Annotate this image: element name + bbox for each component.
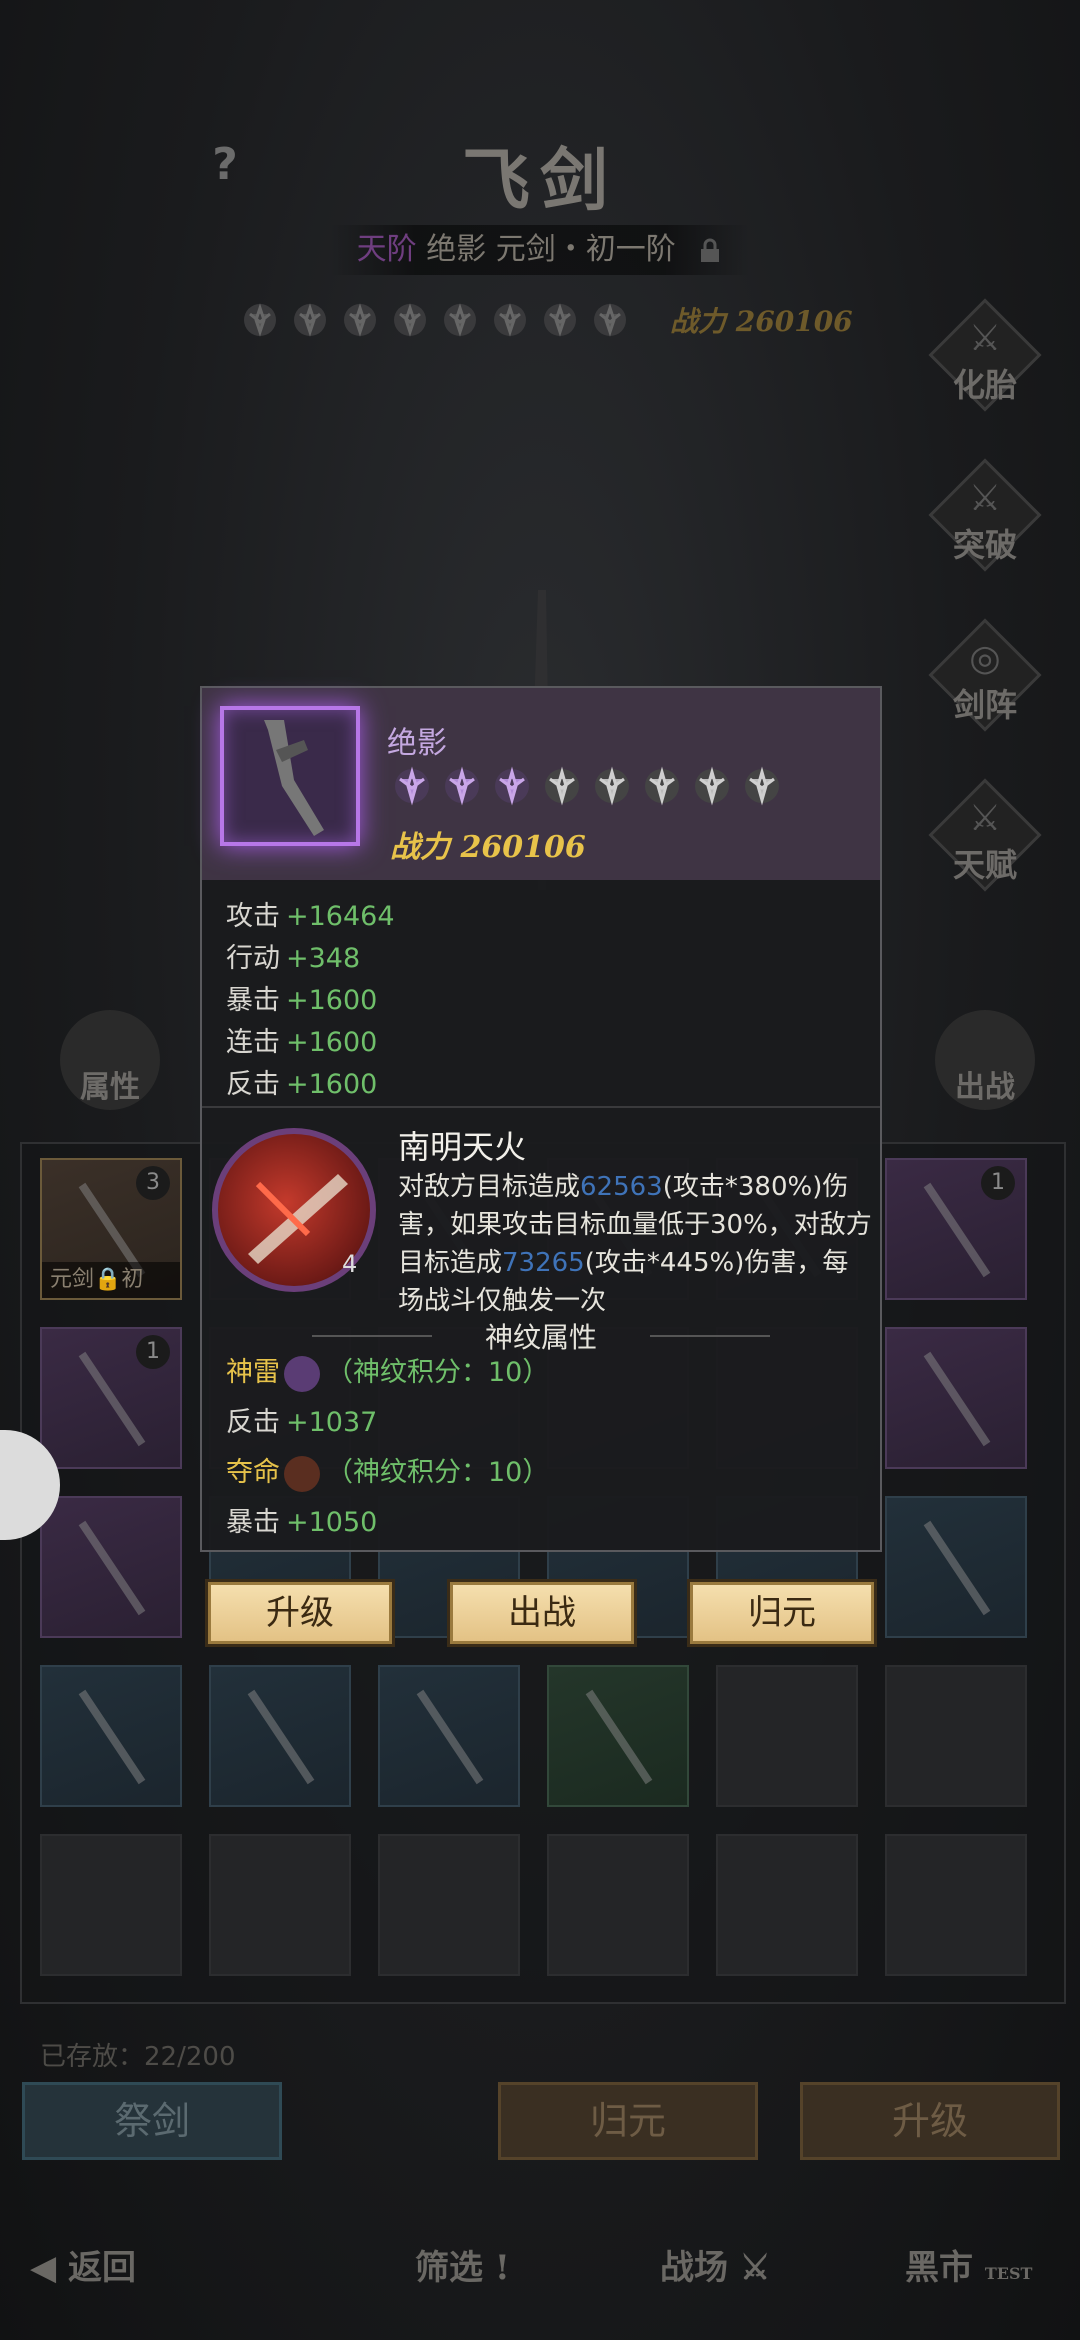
rank-star-icon — [695, 766, 729, 806]
popup-header: 绝影 战力 260106 — [202, 688, 880, 880]
rank-star-icon — [544, 303, 576, 337]
side-button-tupo[interactable]: ⚔ 突破 — [928, 458, 1042, 572]
crossed-swords-icon: ⚔ — [739, 2248, 771, 2288]
stat-row: 攻击 +16464 — [226, 901, 395, 932]
sword-item-icon — [220, 706, 360, 846]
rune-row: 神雷 （神纹积分：10） — [226, 1352, 549, 1394]
inventory-slot[interactable] — [40, 1665, 182, 1807]
storage-count: 已存放：22/200 — [40, 2042, 236, 2072]
rune-stat: 反击 +1037 — [226, 1407, 378, 1438]
inventory-slot[interactable]: 3 元剑🔒初 — [40, 1158, 182, 1300]
grade-label: 天阶 — [356, 232, 417, 267]
market-badge: TEST — [984, 2264, 1033, 2283]
deploy-button[interactable]: 出战 — [450, 1582, 634, 1644]
rune-section-title: 神纹属性 — [202, 1316, 880, 1356]
upgrade-bottom-button[interactable]: 升级 — [800, 2082, 1060, 2160]
rank-star-icon — [745, 766, 779, 806]
sacrifice-sword-button[interactable]: 祭剑 — [22, 2082, 282, 2160]
inventory-slot-empty[interactable] — [40, 1834, 182, 1976]
rank-star-icon — [444, 303, 476, 337]
divider — [202, 1106, 880, 1108]
rank-star-icon — [344, 303, 376, 337]
page-title: 飞剑 — [461, 141, 618, 221]
inventory-slot[interactable] — [378, 1665, 520, 1807]
inventory-slot[interactable] — [40, 1496, 182, 1638]
upgrade-button[interactable]: 升级 — [208, 1582, 392, 1644]
inventory-slot-empty[interactable] — [885, 1834, 1027, 1976]
back-arrow-icon: ◀ — [30, 2248, 57, 2288]
sword-subtitle: 天阶 绝影 元剑・初一阶 — [330, 225, 750, 275]
inventory-slot-empty[interactable] — [209, 1834, 351, 1976]
deploy-side-button[interactable]: 出战 — [935, 1010, 1035, 1110]
sword-name: 绝影 — [387, 726, 447, 761]
side-button-tianfu[interactable]: ⚔ 天赋 — [928, 778, 1042, 892]
inventory-slot[interactable] — [547, 1665, 689, 1807]
stat-list: 攻击 +16464 行动 +348 暴击 +1600 连击 +1600 反击 +1600 — [226, 894, 395, 1104]
thunder-rune-icon — [284, 1355, 320, 1392]
skill-name: 南明天火 — [398, 1128, 527, 1166]
rank-star-purple-icon — [395, 766, 429, 806]
sword-detail-popup: 绝影 战力 260106 攻击 +16464 行动 +348 暴击 +1600 连击 +… — [200, 686, 882, 1552]
inventory-slot[interactable]: 1 — [885, 1158, 1027, 1300]
black-market-button[interactable]: 黑市 TEST — [905, 2240, 1032, 2289]
inventory-slot-empty[interactable] — [716, 1834, 858, 1976]
rank-star-icon — [545, 766, 579, 806]
skill-description: 对敌方目标造成62563(攻击*380%)伤害，如果攻击目标血量低于30%，对敌… — [398, 1172, 872, 1316]
rank-star-icon — [294, 303, 326, 337]
battlefield-button[interactable]: 战场 ⚔ — [660, 2240, 770, 2289]
return-button[interactable]: 归元 — [690, 1582, 874, 1644]
bottom-nav: ◀ 返回 筛选 ! 战场 ⚔ 黑市 TEST — [0, 2230, 1080, 2320]
lock-icon[interactable] — [697, 238, 723, 264]
rank-star-purple-icon — [495, 766, 529, 806]
stat-row: 暴击 +1600 — [226, 985, 378, 1016]
filter-icon: ! — [494, 2248, 510, 2288]
power-display: 战力 260106 — [670, 305, 853, 338]
popup-power: 战力 260106 — [390, 830, 586, 865]
rank-star-icon — [244, 303, 276, 337]
sword-subtitle-text: 绝影 元剑・初一阶 — [426, 232, 676, 267]
return-origin-button[interactable]: 归元 — [498, 2082, 758, 2160]
inventory-slot-empty[interactable] — [716, 1665, 858, 1807]
rune-stat: 暴击 +1050 — [226, 1507, 378, 1538]
rank-star-purple-icon — [445, 766, 479, 806]
inventory-slot-empty[interactable] — [378, 1834, 520, 1976]
back-button[interactable]: ◀ 返回 — [30, 2240, 136, 2289]
stat-row: 行动 +348 — [226, 943, 361, 974]
inventory-slot-empty[interactable] — [547, 1834, 689, 1976]
side-button-jianzhen[interactable]: ◎ 剑阵 — [928, 618, 1042, 732]
star-rank-row: 战力 260106 — [240, 298, 853, 342]
inventory-slot-empty[interactable] — [885, 1665, 1027, 1807]
inventory-slot[interactable] — [885, 1327, 1027, 1469]
filter-button[interactable]: 筛选 ! — [415, 2240, 510, 2289]
side-button-huatai[interactable]: ⚔ 化胎 — [928, 298, 1042, 412]
stat-row: 连击 +1600 — [226, 1027, 378, 1058]
inventory-slot[interactable] — [209, 1665, 351, 1807]
skill-level: 4 — [342, 1250, 358, 1278]
stat-row: 反击 +1600 — [226, 1069, 378, 1100]
popup-star-row — [392, 766, 782, 806]
fate-rune-icon — [284, 1455, 320, 1492]
rune-row: 夺命 （神纹积分：10） — [226, 1452, 549, 1494]
inventory-slot[interactable]: 1 — [40, 1327, 182, 1469]
rank-star-icon — [645, 766, 679, 806]
rank-star-icon — [394, 303, 426, 337]
rank-star-icon — [494, 303, 526, 337]
rank-star-icon — [594, 303, 626, 337]
attributes-button[interactable]: 属性 — [60, 1010, 160, 1110]
rank-star-icon — [595, 766, 629, 806]
inventory-slot[interactable] — [885, 1496, 1027, 1638]
